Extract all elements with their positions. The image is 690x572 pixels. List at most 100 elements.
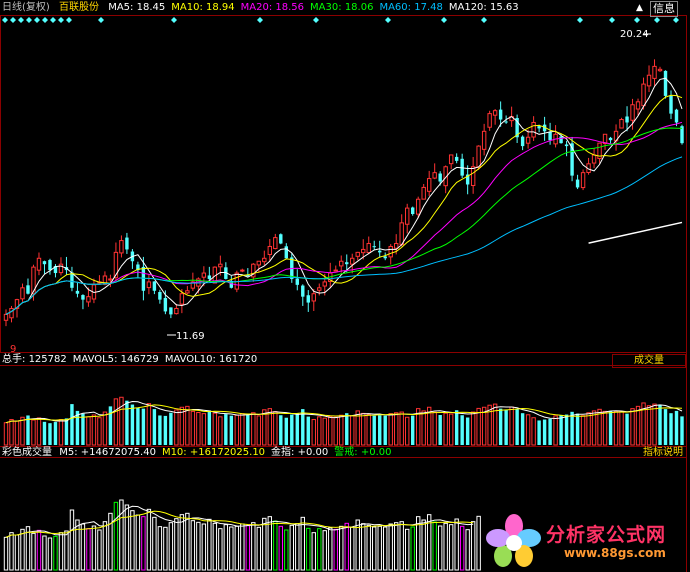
colored-volume-bar <box>394 522 399 571</box>
colored-volume-bar <box>201 523 207 571</box>
colored-volume-panel-header: 彩色成交量 M5: +14672075.40 M10: +16172025.10 金… <box>2 446 403 460</box>
colored-volume-bar <box>80 523 86 571</box>
volume-indicator-button[interactable]: 成交量 <box>612 354 686 368</box>
candle <box>564 140 569 157</box>
colored-volume-title: 彩色成交量 <box>2 447 52 458</box>
colored-volume-bar <box>25 526 31 571</box>
candle <box>279 233 283 245</box>
info-panel-button[interactable]: 信息 <box>650 1 678 17</box>
candle-body <box>383 256 387 259</box>
candle <box>657 66 663 72</box>
volume-plot[interactable] <box>3 396 684 446</box>
candle <box>366 236 371 255</box>
indicator-help-button[interactable]: 指标说明 <box>640 447 686 458</box>
candle-body <box>630 104 635 121</box>
volume-bar <box>525 414 531 446</box>
volume-bar <box>454 410 459 445</box>
candle-body <box>311 293 316 302</box>
volume-bar <box>448 413 454 446</box>
candle-body <box>669 95 673 114</box>
candle-body <box>537 126 541 129</box>
volume-bar <box>674 410 679 445</box>
colored-volume-bar <box>102 521 108 571</box>
volume-bar <box>317 416 322 446</box>
legend-label: MA5 <box>108 2 131 13</box>
volume-bar <box>350 415 355 446</box>
ma-legend: MA5: 18.45 MA10: 18.94 MA20: 18.56 MA30: 18… <box>108 2 524 13</box>
candle <box>404 203 410 234</box>
candle <box>525 129 531 149</box>
candle-body <box>432 172 437 179</box>
candle <box>454 153 459 164</box>
colored-volume-bar <box>388 523 393 571</box>
candle <box>355 251 360 261</box>
ma5-line <box>5 77 683 315</box>
colored-volume-bar <box>196 521 201 571</box>
signal-diamonds <box>2 17 679 23</box>
candle <box>669 90 673 120</box>
colored-volume-bar <box>223 524 229 571</box>
candle <box>575 174 580 190</box>
candle-body <box>36 257 42 271</box>
colored-volume-bar <box>64 530 69 571</box>
colored-volume-bar <box>86 528 91 571</box>
colored-volume-bar <box>300 516 305 571</box>
candle <box>652 59 657 86</box>
candle-body <box>119 240 124 254</box>
candle-body <box>240 269 245 272</box>
colored-volume-bar <box>328 527 333 571</box>
candle <box>262 250 267 266</box>
colored-volume-bar <box>113 501 119 571</box>
up-arrow-button[interactable]: ▲ <box>636 1 643 15</box>
volume-bar <box>97 417 102 446</box>
colored-volume-bar <box>311 532 316 571</box>
colored-volume-plot[interactable] <box>3 499 481 571</box>
price-plot[interactable] <box>3 59 684 327</box>
candle <box>591 148 597 169</box>
colored-volume-bar <box>284 529 289 571</box>
candle-body <box>663 70 668 96</box>
volume-bar <box>53 422 58 445</box>
colored-volume-bar <box>47 537 53 571</box>
legend-item-金指: 金指: +0.00 <box>271 447 329 458</box>
colored-volume-bar <box>75 519 80 571</box>
candle-body <box>559 136 563 144</box>
volume-bar <box>559 415 563 445</box>
volume-bar <box>290 414 294 445</box>
signal-diamond <box>2 17 8 23</box>
candle <box>290 252 294 283</box>
legend-label: MAVOL5 <box>72 354 115 365</box>
volume-bar <box>185 405 190 446</box>
candle <box>207 266 212 281</box>
candle <box>421 184 426 200</box>
colored-volume-bar <box>399 521 404 571</box>
colored-volume-bar <box>108 512 113 571</box>
candle <box>613 124 619 151</box>
candle <box>333 265 338 272</box>
colored-volume-bar <box>14 534 20 571</box>
volume-bar <box>130 404 135 445</box>
candle <box>273 233 278 250</box>
volume-bar <box>476 407 481 446</box>
colored-volume-bar <box>454 518 459 571</box>
colored-volume-bar <box>344 522 349 571</box>
candle <box>580 169 586 191</box>
signal-diamond <box>50 17 56 23</box>
volume-bar <box>421 410 426 446</box>
candle-body <box>525 136 531 144</box>
colored-volume-bar <box>273 520 278 571</box>
candle <box>64 256 69 275</box>
legend-value: 125782 <box>28 354 67 365</box>
signal-diamond <box>673 17 679 23</box>
volume-panel-header: 总手: 125782 MAVOL5: 146729 MAVOL10: 161720 <box>2 353 269 367</box>
candle-body <box>498 109 503 120</box>
colored-volume-bar <box>245 525 251 571</box>
candle <box>3 309 9 327</box>
candle-body <box>284 246 288 259</box>
legend-value: 18.56 <box>275 2 305 13</box>
legend-value: +14672075.40 <box>80 447 156 458</box>
volume-bar <box>548 418 552 445</box>
candle-body <box>366 243 371 253</box>
candle <box>20 283 25 302</box>
volume-bar <box>625 413 629 445</box>
